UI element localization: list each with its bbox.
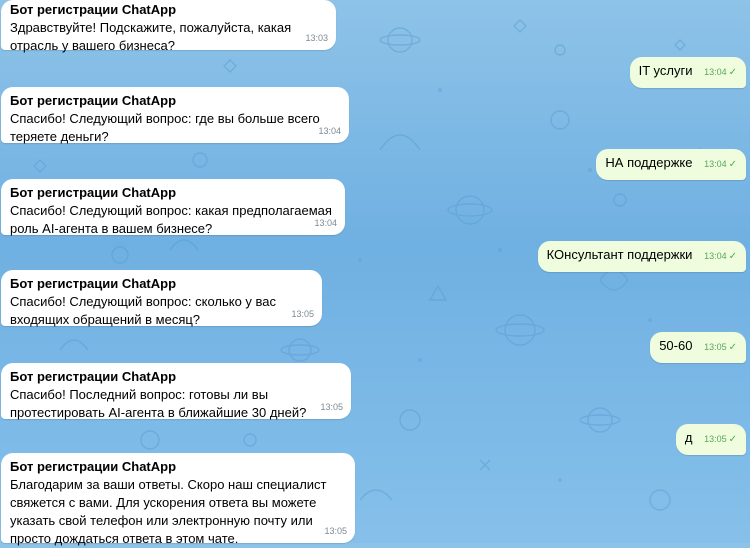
message-text: Спасибо! Следующий вопрос: сколько у вас… [10, 294, 277, 327]
sender-name: Бот регистрации ChatApp [10, 2, 177, 17]
message-time: 13:05 [704, 342, 727, 352]
incoming-message[interactable]: Бот регистрации ChatApp Спасибо! Следующ… [1, 87, 349, 144]
message-time: 13:04 [704, 251, 727, 261]
message-text: Благодарим за ваши ответы. Скоро наш спе… [10, 477, 327, 546]
message-text: д [684, 430, 693, 445]
message-time: 13:04 [318, 126, 341, 136]
incoming-message[interactable]: Бот регистрации ChatApp Спасибо! Следующ… [1, 179, 345, 236]
message-time: 13:03 [305, 33, 328, 43]
message-time: 13:05 [704, 434, 727, 444]
outgoing-message[interactable]: д 13:05 ✓ [675, 424, 746, 455]
incoming-message[interactable]: Бот регистрации ChatApp Благодарим за ва… [1, 453, 355, 546]
check-icon: ✓ [728, 251, 737, 262]
incoming-message[interactable]: Бот регистрации ChatApp Спасибо! Следующ… [1, 270, 322, 327]
outgoing-message[interactable]: IT услуги 13:04 ✓ [629, 57, 746, 88]
message-time: 13:05 [320, 402, 343, 412]
check-icon: ✓ [728, 67, 737, 78]
message-text: Спасибо! Последний вопрос: готовы ли вы … [10, 387, 307, 420]
check-icon: ✓ [728, 342, 737, 353]
sender-name: Бот регистрации ChatApp [10, 369, 177, 384]
message-time: 13:04 [314, 218, 337, 228]
check-icon: ✓ [728, 434, 737, 445]
message-text: Здравствуйте! Подскажите, пожалуйста, ка… [10, 20, 292, 53]
outgoing-message[interactable]: 50-60 13:05 ✓ [650, 332, 746, 363]
outgoing-message[interactable]: НА поддержке 13:04 ✓ [596, 149, 746, 180]
message-time: 13:05 [324, 526, 347, 536]
message-text: КОнсультант поддержки [546, 247, 693, 262]
message-text: IT услуги [638, 63, 693, 78]
message-time: 13:05 [291, 309, 314, 319]
sender-name: Бот регистрации ChatApp [10, 185, 177, 200]
chat-messages-list[interactable]: Бот регистрации ChatApp Здравствуйте! По… [0, 0, 750, 546]
sender-name: Бот регистрации ChatApp [10, 459, 177, 474]
sender-name: Бот регистрации ChatApp [10, 93, 177, 108]
message-text: Спасибо! Следующий вопрос: какая предпол… [10, 203, 332, 236]
sender-name: Бот регистрации ChatApp [10, 276, 177, 291]
message-time: 13:04 [704, 67, 727, 77]
message-text: НА поддержке [605, 155, 693, 170]
message-time: 13:04 [704, 159, 727, 169]
message-text: Спасибо! Следующий вопрос: где вы больше… [10, 111, 320, 144]
check-icon: ✓ [728, 159, 737, 170]
outgoing-message[interactable]: КОнсультант поддержки 13:04 ✓ [537, 241, 746, 272]
message-text: 50-60 [659, 338, 693, 353]
incoming-message[interactable]: Бот регистрации ChatApp Спасибо! Последн… [1, 363, 351, 420]
incoming-message[interactable]: Бот регистрации ChatApp Здравствуйте! По… [1, 0, 336, 53]
